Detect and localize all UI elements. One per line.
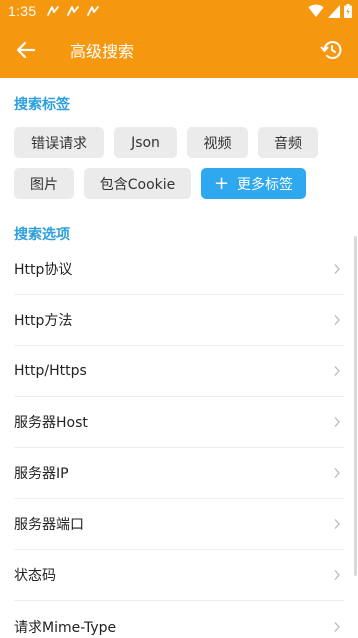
tag-chip-label: 音频 [274, 135, 302, 152]
tag-chip-label: 视频 [203, 135, 232, 152]
status-bar: 1:35 [0, 0, 358, 22]
content-area: 搜索标签 错误请求 Json 视频 音频 图片 包含Cookie + 更多标签 … [0, 78, 358, 638]
chevron-right-icon [334, 315, 340, 325]
list-item-label: Http/Https [14, 363, 87, 379]
more-tags-label: 更多标签 [237, 176, 294, 193]
list-item-label: 服务器Host [14, 415, 88, 431]
list-item[interactable]: Http方法 [14, 295, 344, 346]
chevron-right-icon [334, 417, 340, 427]
section-title-options: 搜索选项 [14, 227, 70, 243]
more-tags-button[interactable]: + 更多标签 [201, 168, 306, 199]
tag-chip-label: 错误请求 [31, 135, 87, 152]
list-item-label: 服务器端口 [14, 517, 84, 533]
list-item[interactable]: 服务器Host [14, 397, 344, 448]
chevron-right-icon [334, 519, 340, 529]
tag-chip[interactable]: 包含Cookie [84, 168, 191, 199]
list-item-label: 状态码 [14, 568, 56, 584]
tag-chip[interactable]: Json [114, 127, 177, 158]
chevron-right-icon [334, 570, 340, 580]
status-time: 1:35 [8, 3, 37, 19]
tag-chip-label: 图片 [30, 176, 58, 193]
options-list: Http协议 Http方法 Http/Https 服务器Host 服务器IP 服… [14, 244, 344, 638]
plus-icon: + [213, 172, 230, 194]
history-button[interactable] [308, 26, 356, 74]
list-item-label: 服务器IP [14, 466, 69, 482]
wifi-icon [308, 4, 324, 17]
notif-icon [87, 6, 100, 16]
tag-chip-label: Json [131, 134, 160, 151]
chevron-right-icon [334, 621, 340, 632]
battery-icon [344, 4, 352, 18]
section-title-tags: 搜索标签 [14, 97, 70, 113]
chevron-right-icon [334, 264, 340, 274]
chevron-right-icon [334, 366, 340, 376]
page-title: 高级搜索 [70, 42, 135, 61]
notif-icon [67, 6, 80, 16]
tag-chip[interactable]: 视频 [187, 127, 248, 158]
list-item[interactable]: Http/Https [14, 346, 344, 397]
arrow-left-icon [16, 41, 36, 59]
status-icons [308, 4, 352, 18]
list-item[interactable]: 服务器端口 [14, 499, 344, 550]
tag-chip[interactable]: 错误请求 [14, 127, 104, 158]
list-item[interactable]: 服务器IP [14, 448, 344, 499]
tag-chip[interactable]: 音频 [258, 127, 318, 158]
scrollbar[interactable] [354, 236, 357, 576]
tag-chip[interactable]: 图片 [14, 168, 74, 199]
list-item[interactable]: 请求Mime-Type [14, 601, 344, 638]
history-icon [320, 41, 342, 59]
list-item-label: 请求Mime-Type [14, 619, 117, 636]
notif-icon [47, 6, 60, 16]
list-item-label: Http方法 [14, 313, 73, 329]
list-item[interactable]: 状态码 [14, 550, 344, 601]
list-item[interactable]: Http协议 [14, 244, 344, 295]
back-button[interactable] [0, 22, 54, 78]
app-bar: 高级搜索 [0, 22, 358, 78]
tag-chip-label: 包含Cookie [99, 176, 176, 193]
signal-icon [328, 4, 340, 18]
list-item-label: Http协议 [14, 262, 73, 278]
chevron-right-icon [334, 468, 340, 478]
status-notifications [46, 4, 100, 18]
